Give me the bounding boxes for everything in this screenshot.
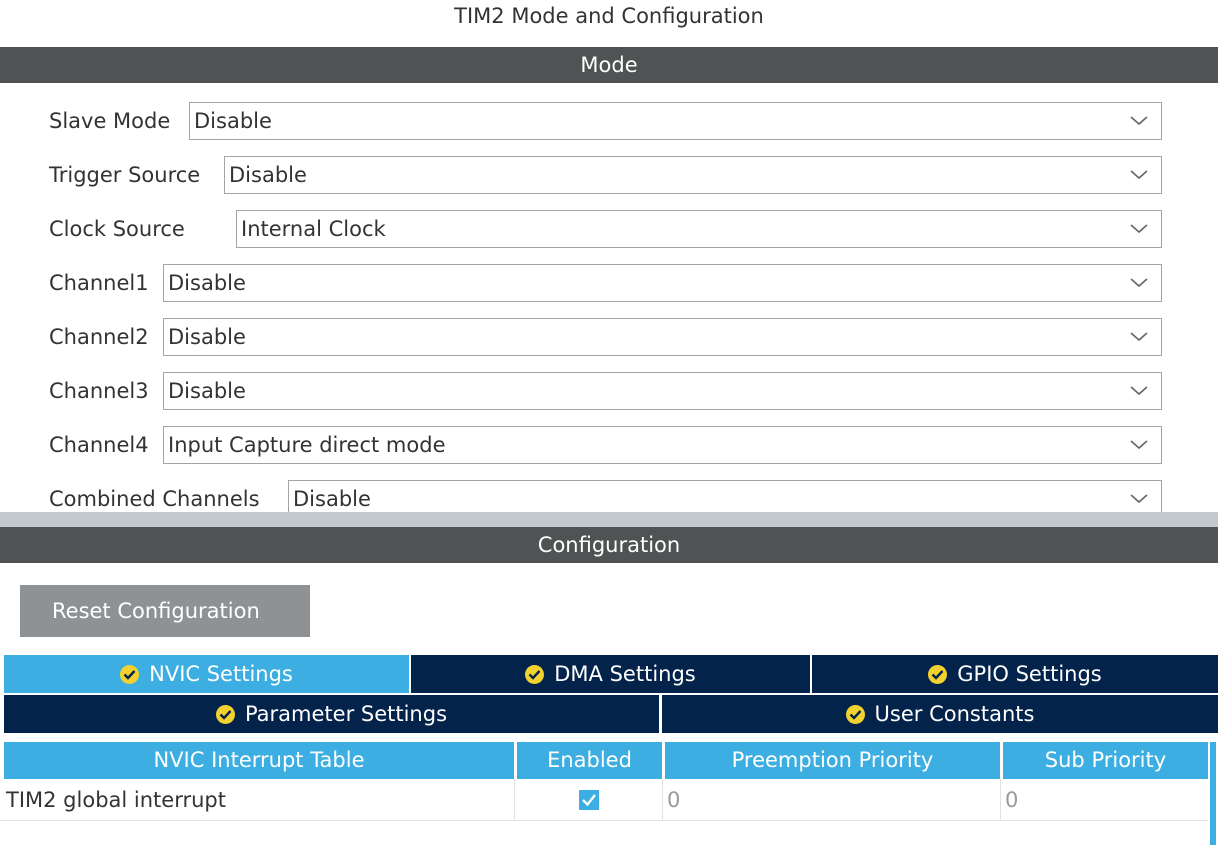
chevron-down-icon [1130, 494, 1148, 504]
clock-source-row: Clock Source Internal Clock [49, 210, 1162, 248]
check-circle-icon [120, 665, 140, 684]
combined-channels-row: Combined Channels Disable [49, 480, 1162, 512]
slave-mode-value: Disable [194, 109, 272, 133]
channel4-row: Channel4 Input Capture direct mode [49, 426, 1162, 464]
clock-source-value: Internal Clock [241, 217, 386, 241]
sub-priority-cell[interactable]: 0 [1000, 779, 1208, 821]
channel2-label: Channel2 [49, 325, 149, 349]
column-header-preemption-priority[interactable]: Preemption Priority [665, 742, 1000, 779]
channel2-value: Disable [168, 325, 246, 349]
tab-nvic-settings-label: NVIC Settings [149, 662, 293, 686]
channel1-value: Disable [168, 271, 246, 295]
tab-gpio-settings[interactable]: GPIO Settings [812, 655, 1218, 693]
tab-parameter-settings[interactable]: Parameter Settings [4, 695, 659, 733]
trigger-source-value: Disable [229, 163, 307, 187]
channel3-label: Channel3 [49, 379, 149, 403]
mode-panel: Slave Mode Disable Trigger Source Disabl… [0, 83, 1218, 512]
table-vertical-scrollbar[interactable] [1210, 742, 1216, 845]
clock-source-select[interactable]: Internal Clock [236, 210, 1162, 248]
trigger-source-select[interactable]: Disable [224, 156, 1162, 194]
channel3-value: Disable [168, 379, 246, 403]
check-circle-icon [215, 705, 235, 724]
chevron-down-icon [1130, 170, 1148, 180]
check-circle-icon [928, 665, 948, 684]
tab-user-constants[interactable]: User Constants [662, 695, 1218, 733]
chevron-down-icon [1130, 224, 1148, 234]
channel3-select[interactable]: Disable [163, 372, 1162, 410]
chevron-down-icon [1130, 386, 1148, 396]
column-header-interrupt-table[interactable]: NVIC Interrupt Table [4, 742, 514, 779]
combined-channels-value: Disable [293, 487, 371, 511]
reset-configuration-button[interactable]: Reset Configuration [20, 585, 310, 637]
tab-user-constants-label: User Constants [874, 702, 1035, 726]
channel1-label: Channel1 [49, 271, 149, 295]
channel1-select[interactable]: Disable [163, 264, 1162, 302]
tab-parameter-settings-label: Parameter Settings [244, 702, 448, 726]
trigger-source-row: Trigger Source Disable [49, 156, 1162, 194]
tab-dma-settings[interactable]: DMA Settings [411, 655, 810, 693]
window-title: TIM2 Mode and Configuration [454, 4, 764, 28]
channel4-label: Channel4 [49, 433, 149, 457]
channel4-select[interactable]: Input Capture direct mode [163, 426, 1162, 464]
interrupt-name-cell: TIM2 global interrupt [6, 788, 226, 812]
column-header-enabled[interactable]: Enabled [517, 742, 662, 779]
chevron-down-icon [1130, 278, 1148, 288]
channel1-row: Channel1 Disable [49, 264, 1162, 302]
check-circle-icon [845, 705, 865, 724]
channel4-value: Input Capture direct mode [168, 433, 446, 457]
tab-dma-settings-label: DMA Settings [554, 662, 696, 686]
channel2-select[interactable]: Disable [163, 318, 1162, 356]
column-header-sub-priority[interactable]: Sub Priority [1003, 742, 1208, 779]
channel2-row: Channel2 Disable [49, 318, 1162, 356]
combined-channels-select[interactable]: Disable [288, 480, 1162, 512]
chevron-down-icon [1130, 116, 1148, 126]
trigger-source-label: Trigger Source [49, 163, 201, 187]
configuration-section-header: Configuration [0, 527, 1218, 563]
checkbox-checked-icon[interactable] [579, 790, 599, 810]
slave-mode-row: Slave Mode Disable [49, 102, 1162, 140]
slave-mode-select[interactable]: Disable [189, 102, 1162, 140]
tab-nvic-settings[interactable]: NVIC Settings [4, 655, 409, 693]
slave-mode-label: Slave Mode [49, 109, 171, 133]
chevron-down-icon [1130, 332, 1148, 342]
combined-channels-label: Combined Channels [49, 487, 260, 511]
mode-section-header: Mode [0, 47, 1218, 83]
enabled-cell [514, 779, 663, 821]
check-circle-icon [525, 665, 545, 684]
panel-splitter[interactable] [0, 512, 1218, 527]
chevron-down-icon [1130, 440, 1148, 450]
preemption-priority-cell[interactable]: 0 [667, 779, 1000, 821]
tab-gpio-settings-label: GPIO Settings [957, 662, 1102, 686]
clock-source-label: Clock Source [49, 217, 185, 241]
channel3-row: Channel3 Disable [49, 372, 1162, 410]
